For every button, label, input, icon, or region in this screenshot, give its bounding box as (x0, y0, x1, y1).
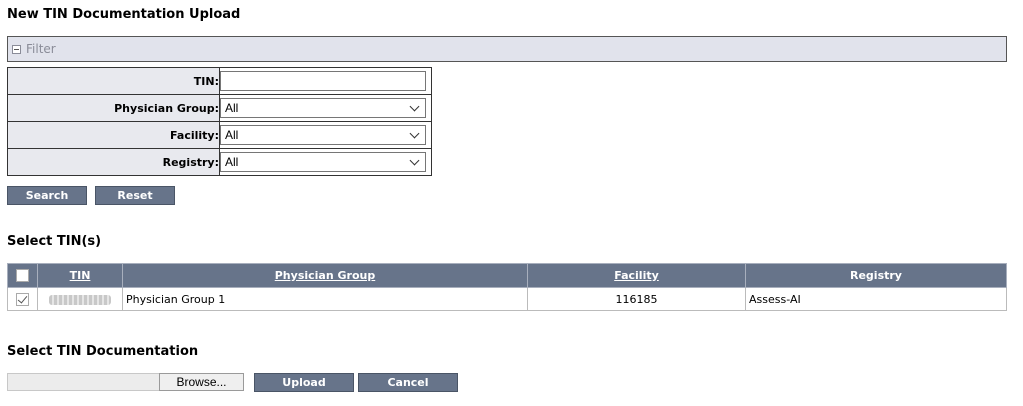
facility-column-header[interactable]: Facility (527, 263, 746, 288)
registry-cell: Assess-AI (745, 287, 1007, 311)
select-tins-title: Select TIN(s) (7, 234, 102, 249)
registry-select[interactable]: All (220, 152, 426, 172)
physician-group-select[interactable]: All (220, 98, 426, 118)
chevron-down-icon (409, 101, 420, 111)
filter-form: TIN: Physician Group: All Facility: All … (7, 67, 432, 176)
chevron-down-icon (409, 155, 420, 165)
registry-value: All (225, 155, 239, 169)
select-documentation-title: Select TIN Documentation (7, 344, 199, 359)
physician-group-value: All (225, 101, 239, 115)
chevron-down-icon (409, 128, 420, 138)
redacted-tin (49, 294, 111, 305)
select-all-cell (7, 263, 38, 288)
registry-label: Registry: (7, 148, 220, 176)
select-all-checkbox[interactable] (16, 269, 29, 282)
upload-button[interactable]: Upload (254, 373, 354, 392)
tin-input[interactable] (220, 71, 426, 91)
filter-panel-header[interactable]: Filter (7, 36, 1007, 62)
search-button[interactable]: Search (7, 186, 87, 205)
cancel-button[interactable]: Cancel (358, 373, 458, 392)
facility-select[interactable]: All (220, 125, 426, 145)
physician-group-label: Physician Group: (7, 94, 220, 122)
physician-group-column-header[interactable]: Physician Group (122, 263, 528, 288)
facility-value: All (225, 128, 239, 142)
tin-column-header[interactable]: TIN (37, 263, 123, 288)
table-header-row: TIN Physician Group Facility Registry (7, 263, 1007, 288)
physician-group-cell: Physician Group 1 (122, 287, 528, 311)
row-select-cell (7, 287, 38, 311)
checkbox-icon[interactable] (16, 292, 29, 306)
facility-label: Facility: (7, 121, 220, 149)
filter-label: Filter (26, 42, 56, 56)
tin-cell (37, 287, 123, 311)
tin-label: TIN: (7, 67, 220, 95)
tin-table: TIN Physician Group Facility Registry Ph… (7, 263, 1007, 311)
browse-button[interactable]: Browse... (159, 373, 244, 391)
page-title: New TIN Documentation Upload (7, 7, 241, 22)
reset-button[interactable]: Reset (95, 186, 175, 205)
file-path-field[interactable] (7, 373, 160, 391)
facility-cell: 116185 (527, 287, 746, 311)
table-row: Physician Group 1 116185 Assess-AI (7, 287, 1007, 311)
registry-column-header: Registry (745, 263, 1007, 288)
collapse-icon[interactable] (12, 44, 21, 54)
